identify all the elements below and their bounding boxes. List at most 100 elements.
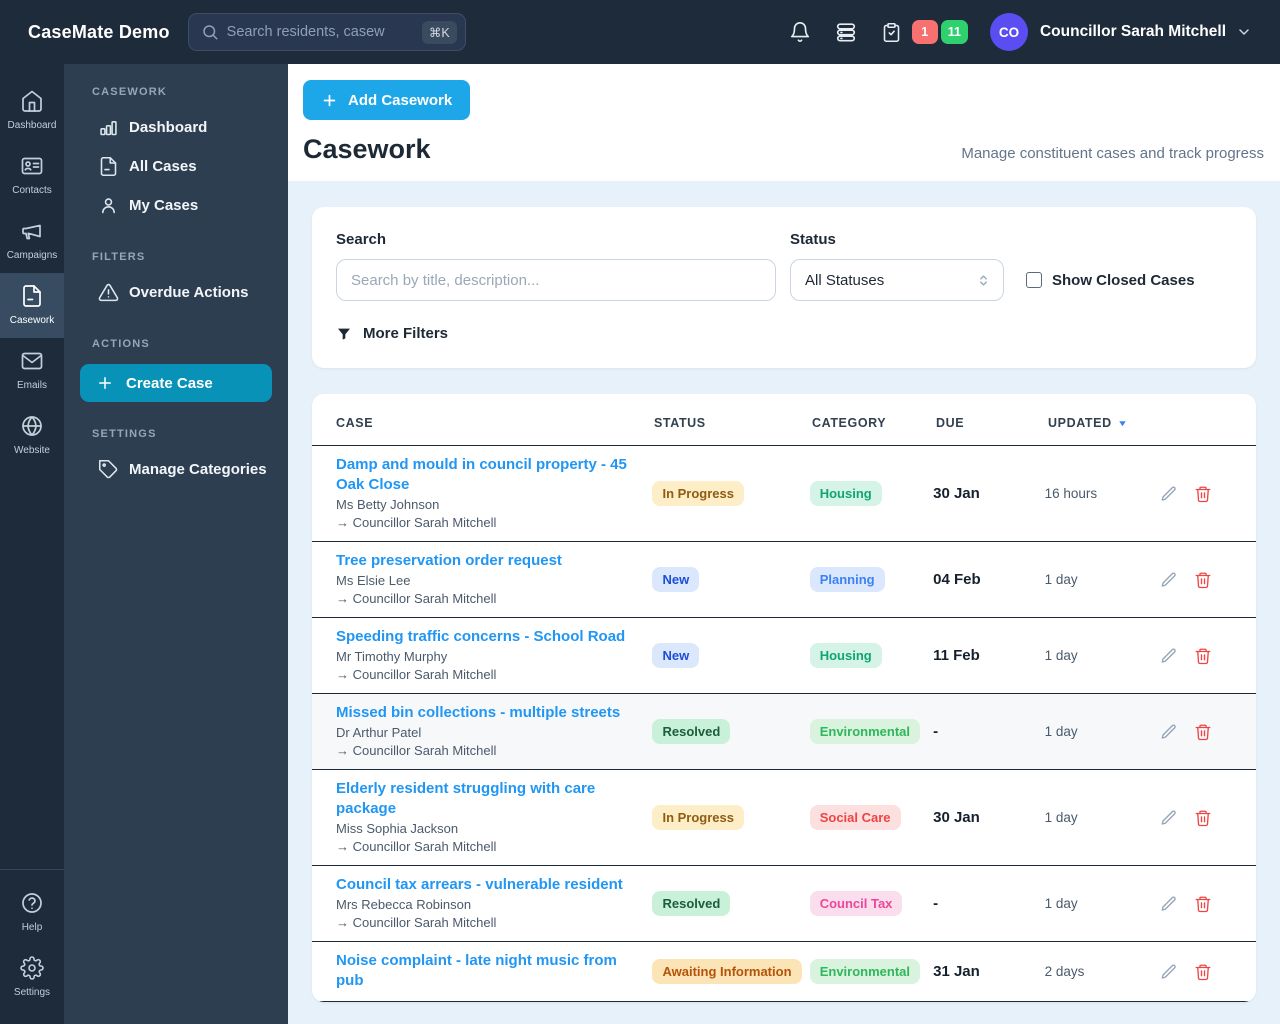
rail-item-help[interactable]: Help [0, 880, 64, 945]
case-assignee: → Councillor Sarah Mitchell [336, 743, 497, 758]
case-search-input[interactable] [336, 259, 776, 301]
status-badge: Resolved [652, 891, 731, 916]
more-filters-button[interactable]: More Filters [336, 325, 448, 342]
edit-case-button[interactable] [1160, 647, 1178, 665]
updated-time: 1 day [1044, 724, 1078, 739]
trash-icon [1195, 648, 1211, 664]
rail-item-emails[interactable]: Emails [0, 338, 64, 403]
case-contact: Mr Timothy Murphy [336, 649, 448, 664]
notifications-button[interactable] [789, 21, 811, 43]
delete-case-button[interactable] [1194, 485, 1212, 503]
case-assignee: → Councillor Sarah Mitchell [336, 667, 497, 682]
rail-item-dashboard[interactable]: Dashboard [0, 78, 64, 143]
user-icon [102, 198, 115, 214]
sidebar-item-my-cases[interactable]: My Cases [64, 186, 288, 225]
delete-case-button[interactable] [1194, 809, 1212, 827]
rail-item-casework[interactable]: Casework [0, 273, 64, 338]
column-header-status[interactable]: STATUS [654, 416, 812, 430]
global-search-input[interactable] [226, 24, 414, 40]
due-date: 11 Feb [933, 647, 980, 664]
category-badge: Environmental [809, 719, 920, 744]
edit-case-button[interactable] [1160, 485, 1178, 503]
page-subtitle: Manage constituent cases and track progr… [961, 145, 1264, 162]
urgent-count-badge[interactable]: 1 [911, 20, 938, 44]
category-badge: Environmental [809, 959, 920, 984]
sidebar: CASEWORK Dashboard All Cases My Cases FI… [64, 64, 288, 1024]
case-contact: Ms Betty Johnson [336, 497, 440, 512]
open-count-badge[interactable]: 11 [940, 20, 968, 44]
delete-case-button[interactable] [1194, 647, 1212, 665]
global-search-box[interactable]: ⌘K [187, 13, 466, 51]
table-row: Speeding traffic concerns - School Road … [312, 618, 1256, 694]
plus-icon [323, 94, 336, 106]
user-menu-name[interactable]: Councillor Sarah Mitchell [1040, 23, 1226, 41]
sidebar-item-dashboard[interactable]: Dashboard [64, 108, 288, 147]
column-header-case[interactable]: CASE [336, 416, 654, 430]
case-title-link[interactable]: Elderly resident struggling with care pa… [336, 779, 636, 819]
sidebar-item-manage-categories[interactable]: Manage Categories [64, 450, 288, 489]
app-logo[interactable]: CaseMate Demo [28, 22, 170, 43]
trash-icon [1195, 486, 1211, 502]
category-badge: Housing [809, 643, 882, 668]
case-title-link[interactable]: Missed bin collections - multiple street… [336, 703, 636, 723]
case-assignee: → Councillor Sarah Mitchell [336, 515, 497, 530]
updated-time: 1 day [1044, 572, 1078, 587]
updated-time: 16 hours [1044, 486, 1098, 501]
avatar[interactable]: CO [989, 13, 1028, 51]
add-casework-button[interactable]: Add Casework [303, 80, 471, 120]
edit-case-button[interactable] [1160, 809, 1178, 827]
trash-icon [1195, 896, 1211, 912]
case-assignee: → Councillor Sarah Mitchell [336, 591, 497, 606]
megaphone-icon [22, 224, 41, 240]
case-title-link[interactable]: Council tax arrears - vulnerable residen… [336, 875, 636, 895]
trash-icon [1195, 810, 1211, 826]
edit-case-button[interactable] [1160, 963, 1178, 981]
show-closed-toggle[interactable]: Show Closed Cases [1026, 259, 1195, 301]
table-row: Damp and mould in council property - 45 … [312, 446, 1256, 542]
case-title-link[interactable]: Damp and mould in council property - 45 … [336, 455, 636, 495]
delete-case-button[interactable] [1194, 723, 1212, 741]
table-row: Noise complaint - late night music from … [312, 942, 1256, 1002]
edit-case-button[interactable] [1160, 571, 1178, 589]
rail-bottom-group: Help Settings [0, 869, 64, 1024]
sidebar-item-all-cases[interactable]: All Cases [64, 147, 288, 186]
app-window: CaseMate Demo ⌘K 1 11 CO Councillor Sara… [0, 0, 1280, 1024]
plus-icon [99, 377, 111, 389]
rail-item-campaigns[interactable]: Campaigns [0, 208, 64, 273]
user-menu-toggle[interactable] [1236, 24, 1252, 40]
document-icon [23, 285, 41, 307]
sidebar-section-settings: SETTINGS [92, 428, 157, 440]
edit-case-button[interactable] [1160, 723, 1178, 741]
column-header-updated[interactable]: UPDATED [1048, 416, 1164, 430]
edit-case-button[interactable] [1160, 895, 1178, 913]
pencil-icon [1161, 896, 1176, 911]
column-header-due[interactable]: DUE [936, 416, 1048, 430]
sidebar-item-overdue-actions[interactable]: Overdue Actions [64, 273, 288, 312]
create-case-button[interactable]: Create Case [80, 364, 272, 402]
rail-item-website[interactable]: Website [0, 403, 64, 468]
tasks-button[interactable] [881, 22, 902, 43]
table-body: Damp and mould in council property - 45 … [312, 446, 1256, 1002]
rail-item-settings[interactable]: Settings [0, 945, 64, 1010]
delete-case-button[interactable] [1194, 963, 1212, 981]
status-badge: New [652, 567, 700, 592]
rail-item-contacts[interactable]: Contacts [0, 143, 64, 208]
updated-time: 1 day [1044, 810, 1078, 825]
case-title-link[interactable]: Tree preservation order request [336, 551, 636, 571]
status-select[interactable]: All Statuses [790, 259, 1004, 301]
pencil-icon [1161, 964, 1176, 979]
show-closed-checkbox[interactable] [1026, 272, 1042, 288]
delete-case-button[interactable] [1194, 571, 1212, 589]
table-row: Council tax arrears - vulnerable residen… [312, 866, 1256, 942]
column-header-category[interactable]: CATEGORY [812, 416, 936, 430]
sort-desc-icon [1118, 420, 1126, 426]
case-contact: Dr Arthur Patel [336, 725, 422, 740]
due-date: - [933, 895, 939, 912]
data-sources-button[interactable] [835, 21, 857, 43]
updated-time: 2 days [1044, 964, 1085, 979]
case-title-link[interactable]: Speeding traffic concerns - School Road [336, 627, 636, 647]
case-title-link[interactable]: Noise complaint - late night music from … [336, 951, 636, 991]
table-row: Elderly resident struggling with care pa… [312, 770, 1256, 866]
delete-case-button[interactable] [1194, 895, 1212, 913]
pencil-icon [1161, 724, 1176, 739]
